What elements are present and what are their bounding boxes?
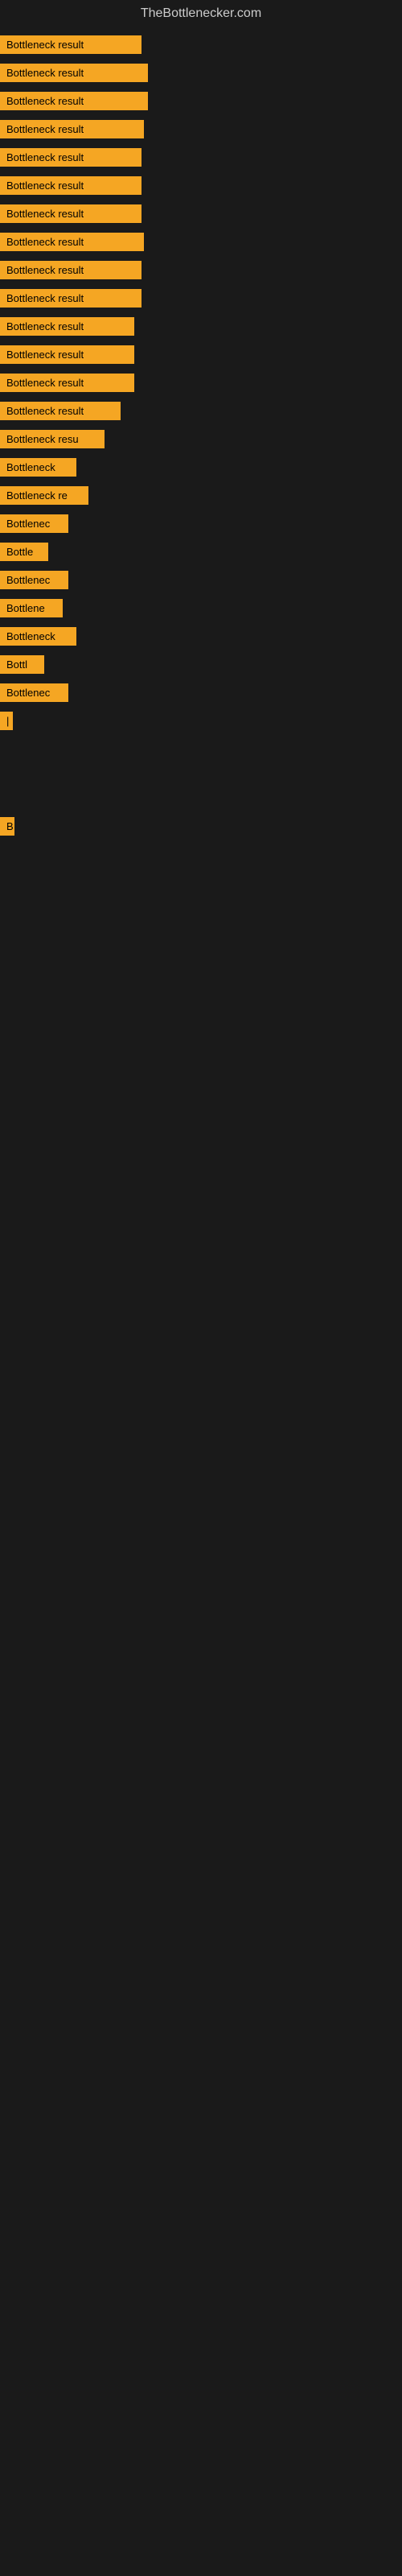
items-container: Bottleneck result Bottleneck result Bottle… (0, 27, 402, 998)
bottleneck-badge: Bottleneck result (0, 374, 134, 392)
bottleneck-badge: Bottleneck result (0, 233, 144, 251)
bottleneck-badge: Bottleneck result (0, 317, 134, 336)
list-item-empty (0, 969, 402, 995)
list-item: Bottle (0, 538, 402, 566)
list-item: Bottleneck result (0, 200, 402, 228)
list-item: Bottleneck (0, 622, 402, 650)
bottleneck-badge: Bottleneck (0, 458, 76, 477)
list-item: Bottleneck result (0, 115, 402, 143)
bottleneck-badge: B (0, 817, 14, 836)
bottleneck-badge: Bottleneck resu (0, 430, 105, 448)
list-item: Bottleneck result (0, 341, 402, 369)
bottleneck-badge: Bottleneck result (0, 148, 142, 167)
list-item: B (0, 812, 402, 840)
bottleneck-badge: Bottleneck result (0, 402, 121, 420)
bottleneck-badge: | (0, 712, 13, 730)
site-title: TheBottlenecker.com (141, 6, 261, 20)
bottleneck-badge: Bottleneck result (0, 204, 142, 223)
bottleneck-badge: Bottleneck result (0, 92, 148, 110)
list-item-empty (0, 943, 402, 969)
bottleneck-badge: Bottleneck result (0, 289, 142, 308)
bottleneck-badge: Bottle (0, 543, 48, 561)
bottleneck-badge: Bottleneck result (0, 345, 134, 364)
list-item: Bottleneck result (0, 143, 402, 171)
list-item: Bottleneck result (0, 284, 402, 312)
list-item-empty (0, 892, 402, 918)
list-item: Bottleneck re (0, 481, 402, 510)
list-item-empty (0, 786, 402, 812)
list-item: Bottlenec (0, 510, 402, 538)
bottleneck-badge: Bottleneck result (0, 120, 144, 138)
list-item-empty (0, 866, 402, 892)
list-item-empty (0, 761, 402, 786)
list-item: Bottleneck result (0, 171, 402, 200)
list-item: Bottleneck result (0, 397, 402, 425)
list-item-empty (0, 918, 402, 943)
bottleneck-badge: Bottleneck (0, 627, 76, 646)
site-header: TheBottlenecker.com (0, 0, 402, 27)
list-item: Bottleneck result (0, 369, 402, 397)
list-item: Bottleneck result (0, 87, 402, 115)
list-item: Bottleneck result (0, 256, 402, 284)
list-item: Bottleneck result (0, 228, 402, 256)
bottleneck-badge: Bottleneck result (0, 35, 142, 54)
bottleneck-badge: Bottleneck result (0, 64, 148, 82)
bottleneck-badge: Bottlenec (0, 683, 68, 702)
list-item-empty (0, 840, 402, 866)
bottleneck-badge: Bottleneck result (0, 261, 142, 279)
list-item: Bottleneck result (0, 31, 402, 59)
list-item: Bottleneck result (0, 59, 402, 87)
list-item: Bottleneck (0, 453, 402, 481)
list-item: Bottlenec (0, 566, 402, 594)
bottleneck-badge: Bottlenec (0, 571, 68, 589)
bottleneck-badge: Bottl (0, 655, 44, 674)
list-item: Bottl (0, 650, 402, 679)
list-item: Bottleneck resu (0, 425, 402, 453)
list-item: Bottlene (0, 594, 402, 622)
list-item-empty (0, 735, 402, 761)
bottleneck-badge: Bottlenec (0, 514, 68, 533)
list-item: Bottlenec (0, 679, 402, 707)
bottleneck-badge: Bottlene (0, 599, 63, 617)
bottleneck-badge: Bottleneck re (0, 486, 88, 505)
list-item: | (0, 707, 402, 735)
list-item: Bottleneck result (0, 312, 402, 341)
bottleneck-badge: Bottleneck result (0, 176, 142, 195)
